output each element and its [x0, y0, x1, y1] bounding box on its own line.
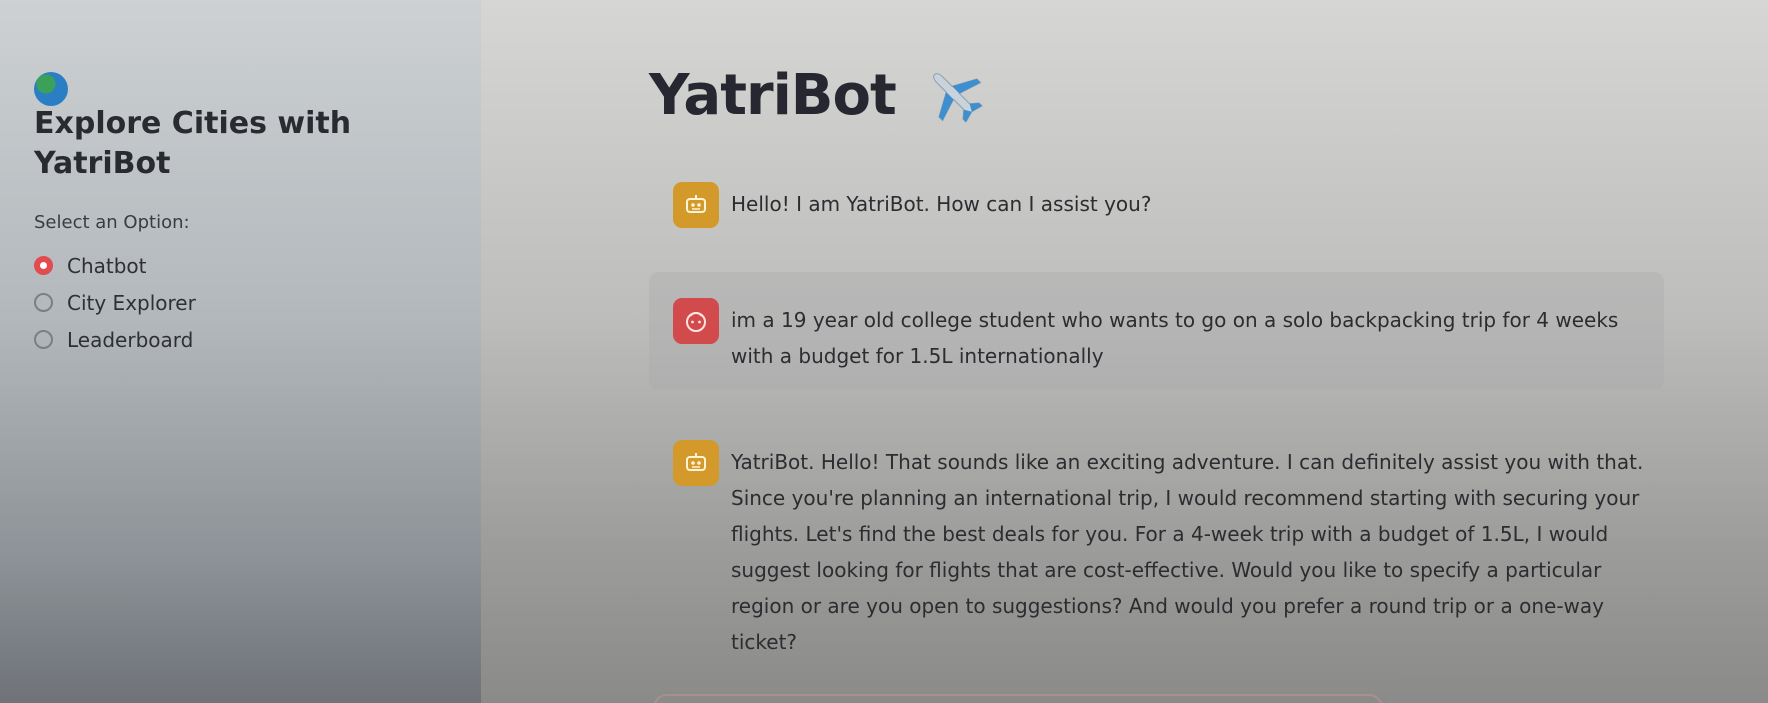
page-title: YatriBot	[649, 62, 988, 128]
radio-group: Chatbot City Explorer Leaderboard	[34, 247, 447, 358]
radio-option-chatbot[interactable]: Chatbot	[34, 247, 447, 284]
app-window: Explore Cities with YatriBot Select an O…	[0, 0, 1768, 703]
radio-option-label: City Explorer	[67, 290, 196, 315]
sidebar-title: Explore Cities with YatriBot	[34, 70, 414, 184]
message-text: im a 19 year old college student who wan…	[731, 308, 1619, 368]
chat-message-assistant: Hello! I am YatriBot. How can I assist y…	[649, 182, 1664, 228]
radio-unselected-icon[interactable]	[34, 293, 53, 312]
chat-input[interactable]	[653, 694, 1383, 703]
user-face-icon	[673, 298, 719, 344]
globe-icon	[34, 72, 68, 106]
main-content: YatriBot Hello! I am YatriBot. How can I…	[481, 0, 1768, 703]
sidebar-title-text: Explore Cities with YatriBot	[34, 106, 352, 181]
message-text: Hello! I am YatriBot. How can I assist y…	[731, 192, 1152, 216]
robot-icon	[673, 440, 719, 486]
page-title-text: YatriBot	[649, 62, 897, 128]
robot-icon	[673, 182, 719, 228]
radio-selected-icon[interactable]	[34, 256, 53, 275]
chat-message-user: im a 19 year old college student who wan…	[649, 272, 1664, 390]
chat-message-assistant: YatriBot. Hello! That sounds like an exc…	[649, 440, 1664, 660]
radio-group-label: Select an Option:	[34, 212, 190, 233]
airplane-icon	[932, 73, 983, 123]
scroll-overlay	[1388, 678, 1768, 703]
radio-option-leaderboard[interactable]: Leaderboard	[34, 321, 447, 358]
sidebar: Explore Cities with YatriBot Select an O…	[0, 0, 481, 703]
message-text: YatriBot. Hello! That sounds like an exc…	[731, 450, 1644, 654]
radio-option-city-explorer[interactable]: City Explorer	[34, 284, 447, 321]
radio-option-label: Leaderboard	[67, 327, 194, 352]
radio-option-label: Chatbot	[67, 253, 147, 278]
radio-unselected-icon[interactable]	[34, 330, 53, 349]
